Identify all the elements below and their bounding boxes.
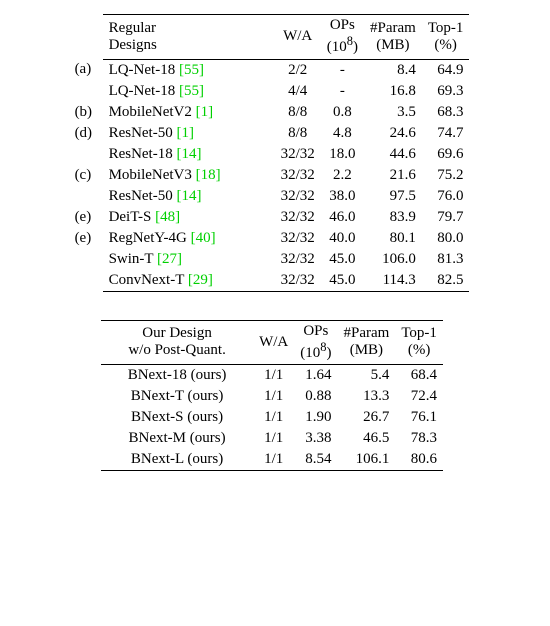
- citation: [48]: [155, 209, 180, 225]
- design-name: BNext-S (ours): [101, 407, 253, 428]
- row-tag: [75, 249, 103, 270]
- table-row: (d)ResNet-50 [1]8/84.824.674.7: [75, 123, 470, 144]
- design-name: LQ-Net-18 [55]: [103, 59, 275, 81]
- row-tag: (b): [75, 102, 103, 123]
- design-name: LQ-Net-18 [55]: [103, 81, 275, 102]
- design-name: ResNet-18 [14]: [103, 144, 275, 165]
- table-row: BNext-18 (ours)1/11.645.468.4: [101, 365, 443, 387]
- table-row: BNext-L (ours)1/18.54106.180.6: [101, 449, 443, 471]
- design-name: BNext-L (ours): [101, 449, 253, 471]
- design-name: MobileNetV2 [1]: [103, 102, 275, 123]
- col-param: #Param (MB): [337, 320, 395, 365]
- design-name: MobileNetV3 [18]: [103, 165, 275, 186]
- table-row: (b)MobileNetV2 [1]8/80.83.568.3: [75, 102, 470, 123]
- col-designs: Regular Designs: [103, 15, 275, 60]
- citation: [55]: [179, 62, 204, 78]
- col-ops: OPs (108): [321, 15, 364, 60]
- col-wa: W/A: [253, 320, 294, 365]
- citation: [14]: [176, 188, 201, 204]
- table-row: Swin-T [27]32/3245.0106.081.3: [75, 249, 470, 270]
- table-row: (a)LQ-Net-18 [55]2/2-8.464.9: [75, 59, 470, 81]
- design-name: Swin-T [27]: [103, 249, 275, 270]
- table-row: ResNet-50 [14]32/3238.097.576.0: [75, 186, 470, 207]
- design-name: BNext-18 (ours): [101, 365, 253, 387]
- table-row: LQ-Net-18 [55]4/4-16.869.3: [75, 81, 470, 102]
- regular-designs-table: Regular Designs W/A OPs (108) #Param (MB…: [75, 14, 470, 292]
- col-wa: W/A: [275, 15, 321, 60]
- col-designs: Our Design w/o Post-Quant.: [101, 320, 253, 365]
- table-row: BNext-S (ours)1/11.9026.776.1: [101, 407, 443, 428]
- row-tag: (c): [75, 165, 103, 186]
- col-ops: OPs (108): [294, 320, 337, 365]
- design-name: RegNetY-4G [40]: [103, 228, 275, 249]
- row-tag: (a): [75, 59, 103, 81]
- col-top1: Top-1 (%): [395, 320, 443, 365]
- citation: [29]: [188, 272, 213, 288]
- row-tag: (e): [75, 207, 103, 228]
- design-name: DeiT-S [48]: [103, 207, 275, 228]
- citation: [27]: [157, 251, 182, 267]
- table-row: ConvNext-T [29]32/3245.0114.382.5: [75, 270, 470, 292]
- design-name: BNext-M (ours): [101, 428, 253, 449]
- citation: [18]: [196, 167, 221, 183]
- design-name: ResNet-50 [14]: [103, 186, 275, 207]
- table-row: (c)MobileNetV3 [18]32/322.221.675.2: [75, 165, 470, 186]
- table-row: BNext-T (ours)1/10.8813.372.4: [101, 386, 443, 407]
- row-tag: [75, 144, 103, 165]
- design-name: ConvNext-T [29]: [103, 270, 275, 292]
- citation: [40]: [191, 230, 216, 246]
- col-param: #Param (MB): [364, 15, 422, 60]
- design-name: ResNet-50 [1]: [103, 123, 275, 144]
- citation: [1]: [176, 125, 194, 141]
- design-name: BNext-T (ours): [101, 386, 253, 407]
- citation: [14]: [176, 146, 201, 162]
- table-row: ResNet-18 [14]32/3218.044.669.6: [75, 144, 470, 165]
- row-tag: [75, 186, 103, 207]
- citation: [1]: [196, 104, 214, 120]
- row-tag: (d): [75, 123, 103, 144]
- citation: [55]: [179, 83, 204, 99]
- table-row: (e)RegNetY-4G [40]32/3240.080.180.0: [75, 228, 470, 249]
- our-design-table: Our Design w/o Post-Quant. W/A OPs (108)…: [101, 320, 443, 472]
- table-row: BNext-M (ours)1/13.3846.578.3: [101, 428, 443, 449]
- table-row: (e)DeiT-S [48]32/3246.083.979.7: [75, 207, 470, 228]
- row-tag: [75, 81, 103, 102]
- col-top1: Top-1 (%): [422, 15, 470, 60]
- row-tag: (e): [75, 228, 103, 249]
- row-tag: [75, 270, 103, 292]
